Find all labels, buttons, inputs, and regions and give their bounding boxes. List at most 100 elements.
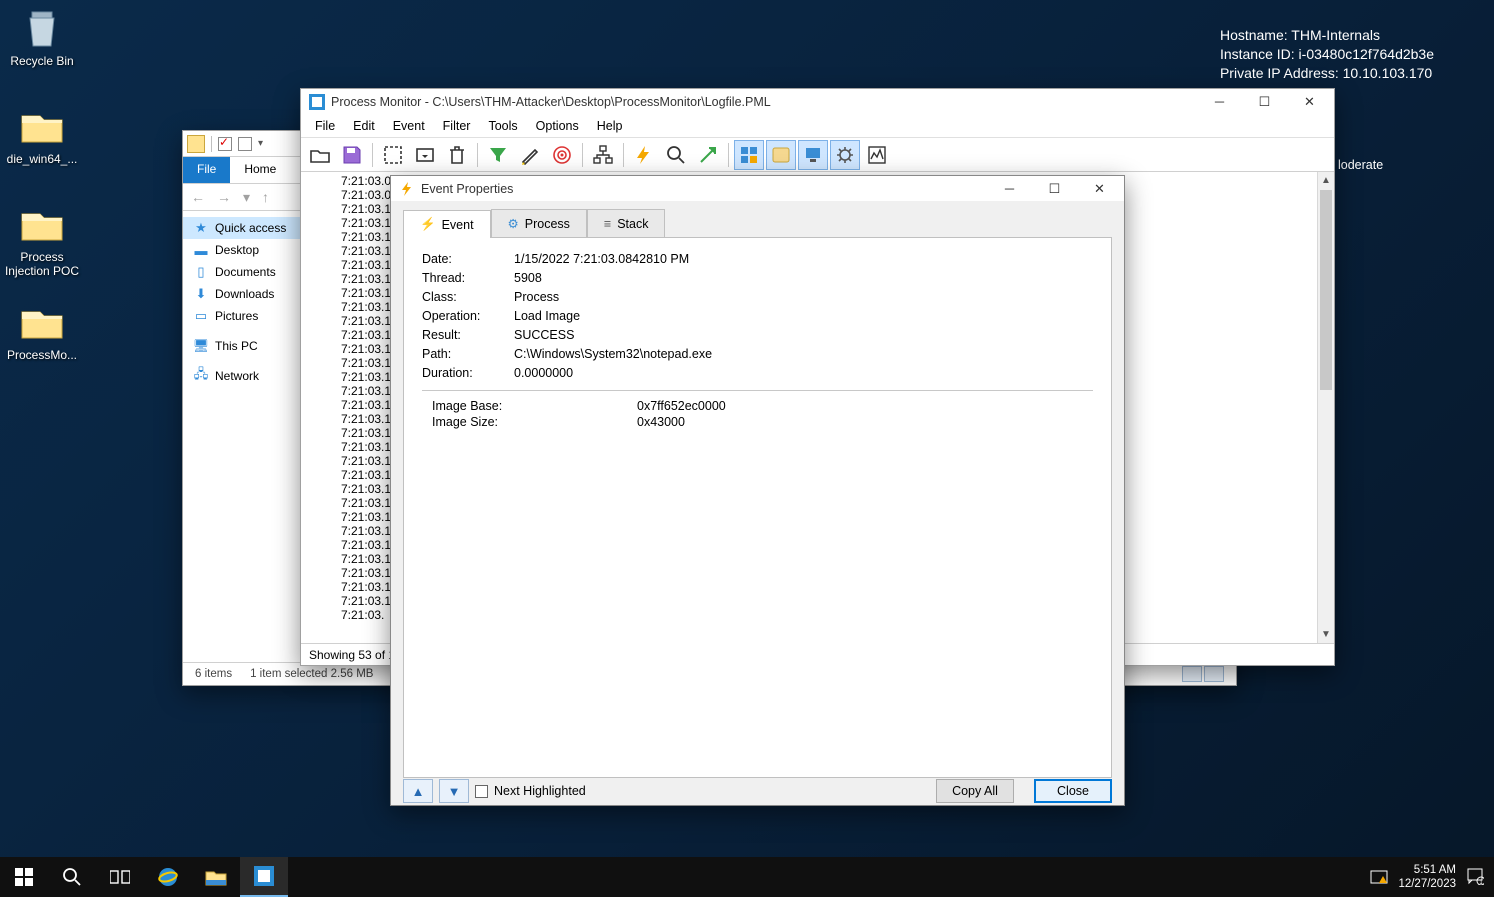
tray-time: 5:51 AM (1398, 863, 1456, 877)
props-tabs: ⚡ Event ⚙ Process ≡ Stack (403, 209, 1112, 238)
nav-documents[interactable]: ▯ Documents (183, 261, 300, 283)
tab-label: Process (525, 217, 570, 231)
find-icon[interactable] (661, 140, 691, 170)
procmon-titlebar[interactable]: Process Monitor - C:\Users\THM-Attacker\… (301, 89, 1334, 114)
ribbon-tab-home[interactable]: Home (230, 157, 290, 183)
taskbar[interactable]: 5:51 AM 12/27/2023 1 (0, 857, 1494, 897)
filter-icon[interactable] (483, 140, 513, 170)
registry-activity-icon[interactable] (734, 140, 764, 170)
next-highlighted-checkbox[interactable]: Next Highlighted (475, 784, 586, 798)
system-tray[interactable]: 5:51 AM 12/27/2023 1 (1360, 857, 1494, 897)
taskbar-ie-button[interactable] (144, 857, 192, 897)
close-button[interactable]: ✕ (1077, 176, 1122, 201)
capture-icon[interactable] (378, 140, 408, 170)
filesystem-activity-icon[interactable] (766, 140, 796, 170)
nav-forward-icon[interactable]: → (217, 189, 231, 205)
menu-options[interactable]: Options (528, 116, 587, 136)
separator (422, 390, 1093, 391)
process-activity-icon[interactable] (830, 140, 860, 170)
property-key: Result: (422, 328, 514, 342)
minimize-button[interactable]: ─ (1197, 89, 1242, 114)
nav-pictures[interactable]: ▭ Pictures (183, 305, 300, 327)
checkbox-label: Next Highlighted (494, 784, 586, 798)
maximize-button[interactable]: ☐ (1032, 176, 1077, 201)
menu-edit[interactable]: Edit (345, 116, 383, 136)
highlight-icon[interactable] (515, 140, 545, 170)
tray-clock[interactable]: 5:51 AM 12/27/2023 (1398, 863, 1456, 891)
start-button[interactable] (0, 857, 48, 897)
include-process-icon[interactable] (547, 140, 577, 170)
desktop-icon-label: die_win64_... (7, 152, 78, 166)
taskbar-explorer-button[interactable] (192, 857, 240, 897)
tray-notifications-icon[interactable]: 1 (1466, 867, 1484, 888)
view-icons-button[interactable] (1204, 666, 1224, 682)
scroll-thumb[interactable] (1320, 190, 1332, 390)
copy-all-button[interactable]: Copy All (936, 779, 1014, 803)
desktop-icon-process-injection[interactable]: Process Injection POC (4, 200, 80, 278)
property-value: Process (514, 290, 559, 304)
profiling-activity-icon[interactable] (862, 140, 892, 170)
property-key: Class: (422, 290, 514, 304)
nav-label: Quick access (215, 221, 286, 235)
property-row: Date:1/15/2022 7:21:03.0842810 PM (422, 252, 1093, 266)
close-button[interactable]: Close (1034, 779, 1112, 803)
nav-quick-access[interactable]: ★ Quick access (183, 217, 300, 239)
menu-file[interactable]: File (307, 116, 343, 136)
tray-security-icon[interactable] (1370, 867, 1388, 888)
jump-icon[interactable] (693, 140, 723, 170)
property-row: Image Base:0x7ff652ec0000 (422, 399, 1093, 413)
desktop-icon-processmonitor[interactable]: ProcessMo... (4, 298, 80, 362)
autoscroll-icon[interactable] (410, 140, 440, 170)
tab-event[interactable]: ⚡ Event (403, 210, 491, 238)
property-row: Result:SUCCESS (422, 328, 1093, 342)
view-details-button[interactable] (1182, 666, 1202, 682)
search-button[interactable] (48, 857, 96, 897)
desktop-icon-die[interactable]: die_win64_... (4, 102, 80, 166)
nav-dropdown-icon[interactable]: ▾ (243, 189, 250, 206)
event-properties-icon[interactable] (629, 140, 659, 170)
menu-tools[interactable]: Tools (480, 116, 525, 136)
scroll-up-icon[interactable]: ▲ (1318, 172, 1334, 189)
close-button[interactable]: ✕ (1287, 89, 1332, 114)
vertical-scrollbar[interactable]: ▲ ▼ (1317, 172, 1334, 643)
nav-network[interactable]: 🖧 Network (183, 365, 300, 387)
procmon-toolbar (301, 138, 1334, 172)
taskbar-procmon-button[interactable] (240, 857, 288, 897)
nav-downloads[interactable]: ⬇ Downloads (183, 283, 300, 305)
clear-icon[interactable] (442, 140, 472, 170)
event-properties-dialog[interactable]: Event Properties ─ ☐ ✕ ⚡ Event ⚙ Process… (390, 175, 1125, 806)
qat-dropdown-icon[interactable]: ▾ (258, 138, 263, 149)
process-tree-icon[interactable] (588, 140, 618, 170)
ribbon-tab-file[interactable]: File (183, 157, 230, 183)
network-activity-icon[interactable] (798, 140, 828, 170)
nav-up-icon[interactable]: ↑ (262, 189, 269, 205)
nav-back-icon[interactable]: ← (191, 189, 205, 205)
menu-filter[interactable]: Filter (435, 116, 479, 136)
save-icon[interactable] (337, 140, 367, 170)
menu-help[interactable]: Help (589, 116, 631, 136)
menu-event[interactable]: Event (385, 116, 433, 136)
qat-checkbox-2[interactable] (238, 137, 252, 151)
props-content: Date:1/15/2022 7:21:03.0842810 PM Thread:… (403, 238, 1112, 778)
property-value: 0.0000000 (514, 366, 573, 380)
tab-stack[interactable]: ≡ Stack (587, 209, 666, 237)
nav-desktop[interactable]: ▬ Desktop (183, 239, 300, 261)
scroll-down-icon[interactable]: ▼ (1318, 626, 1334, 643)
minimize-button[interactable]: ─ (987, 176, 1032, 201)
clipped-text: loderate (1338, 158, 1383, 172)
tab-label: Event (442, 218, 474, 232)
next-event-button[interactable]: ▼ (439, 779, 469, 803)
property-row: Thread:5908 (422, 271, 1093, 285)
tab-process[interactable]: ⚙ Process (491, 209, 587, 237)
desktop-icon-recycle-bin[interactable]: Recycle Bin (4, 4, 80, 68)
prev-event-button[interactable]: ▲ (403, 779, 433, 803)
property-key: Date: (422, 252, 514, 266)
qat-checkbox-1[interactable] (218, 137, 232, 151)
nav-this-pc[interactable]: 🖥 This PC (183, 335, 300, 357)
task-view-button[interactable] (96, 857, 144, 897)
props-titlebar[interactable]: Event Properties ─ ☐ ✕ (391, 176, 1124, 201)
property-key: Image Size: (422, 415, 637, 429)
open-icon[interactable] (305, 140, 335, 170)
folder-icon (187, 135, 205, 153)
maximize-button[interactable]: ☐ (1242, 89, 1287, 114)
